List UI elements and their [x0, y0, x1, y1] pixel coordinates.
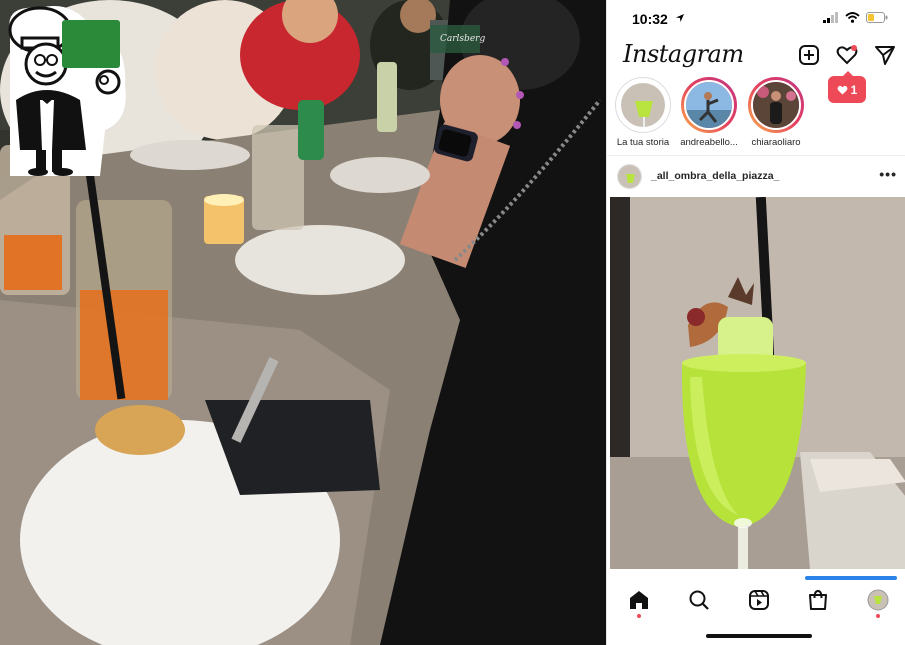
- home-icon[interactable]: [627, 588, 651, 612]
- wifi-icon: [845, 12, 860, 23]
- story-label: chiaraoliaro: [751, 137, 801, 148]
- signal-icon: [823, 12, 838, 23]
- status-icons: [823, 12, 888, 23]
- instagram-app: 10:32 Instagram 1 La tua storia andreabe…: [606, 0, 905, 645]
- post-more-options[interactable]: •••: [879, 166, 897, 182]
- bottom-tab-bar: [607, 580, 905, 620]
- cocktail-photo: [610, 197, 905, 569]
- new-post-icon[interactable]: [797, 43, 821, 67]
- story-label: andreabello...: [680, 137, 738, 148]
- instagram-logo: Instagram: [623, 40, 744, 68]
- profile-tab-dot: [876, 614, 880, 618]
- reels-icon[interactable]: [747, 588, 771, 612]
- location-arrow-icon: [676, 14, 684, 22]
- story-chiaraoliaro[interactable]: chiaraoliaro: [741, 77, 811, 148]
- status-time: 10:32: [632, 11, 668, 27]
- carlsberg-sign: Carlsberg: [440, 34, 486, 44]
- notification-dot: [851, 45, 857, 51]
- post-avatar[interactable]: [617, 164, 642, 189]
- battery-icon: [866, 12, 888, 23]
- story-ring: [681, 77, 737, 133]
- post-image[interactable]: [610, 197, 905, 569]
- story-avatar: [684, 80, 734, 130]
- story-label: La tua storia: [616, 137, 670, 148]
- chef-logo-icon: [8, 6, 126, 176]
- home-tab-dot: [637, 614, 641, 618]
- status-bar: 10:32: [607, 0, 905, 38]
- stories-tray: La tua storia andreabello... chiaraoliar…: [607, 74, 905, 156]
- story-ring: [615, 77, 671, 133]
- story-your-story[interactable]: La tua storia: [608, 77, 678, 148]
- restaurant-photo: Carlsberg: [0, 0, 606, 645]
- post-username[interactable]: _all_ombra_della_piazza_: [651, 170, 779, 182]
- shop-icon[interactable]: [806, 588, 830, 612]
- home-indicator: [706, 634, 812, 638]
- instagram-header: Instagram: [607, 38, 905, 74]
- direct-message-icon[interactable]: [873, 43, 897, 67]
- story-avatar: [619, 81, 667, 129]
- profile-icon[interactable]: [866, 588, 890, 612]
- story-ring: [748, 77, 804, 133]
- story-andreabello[interactable]: andreabello...: [674, 77, 744, 148]
- search-icon[interactable]: [687, 588, 711, 612]
- post-header: _all_ombra_della_piazza_ •••: [607, 158, 905, 196]
- story-avatar: [751, 80, 801, 130]
